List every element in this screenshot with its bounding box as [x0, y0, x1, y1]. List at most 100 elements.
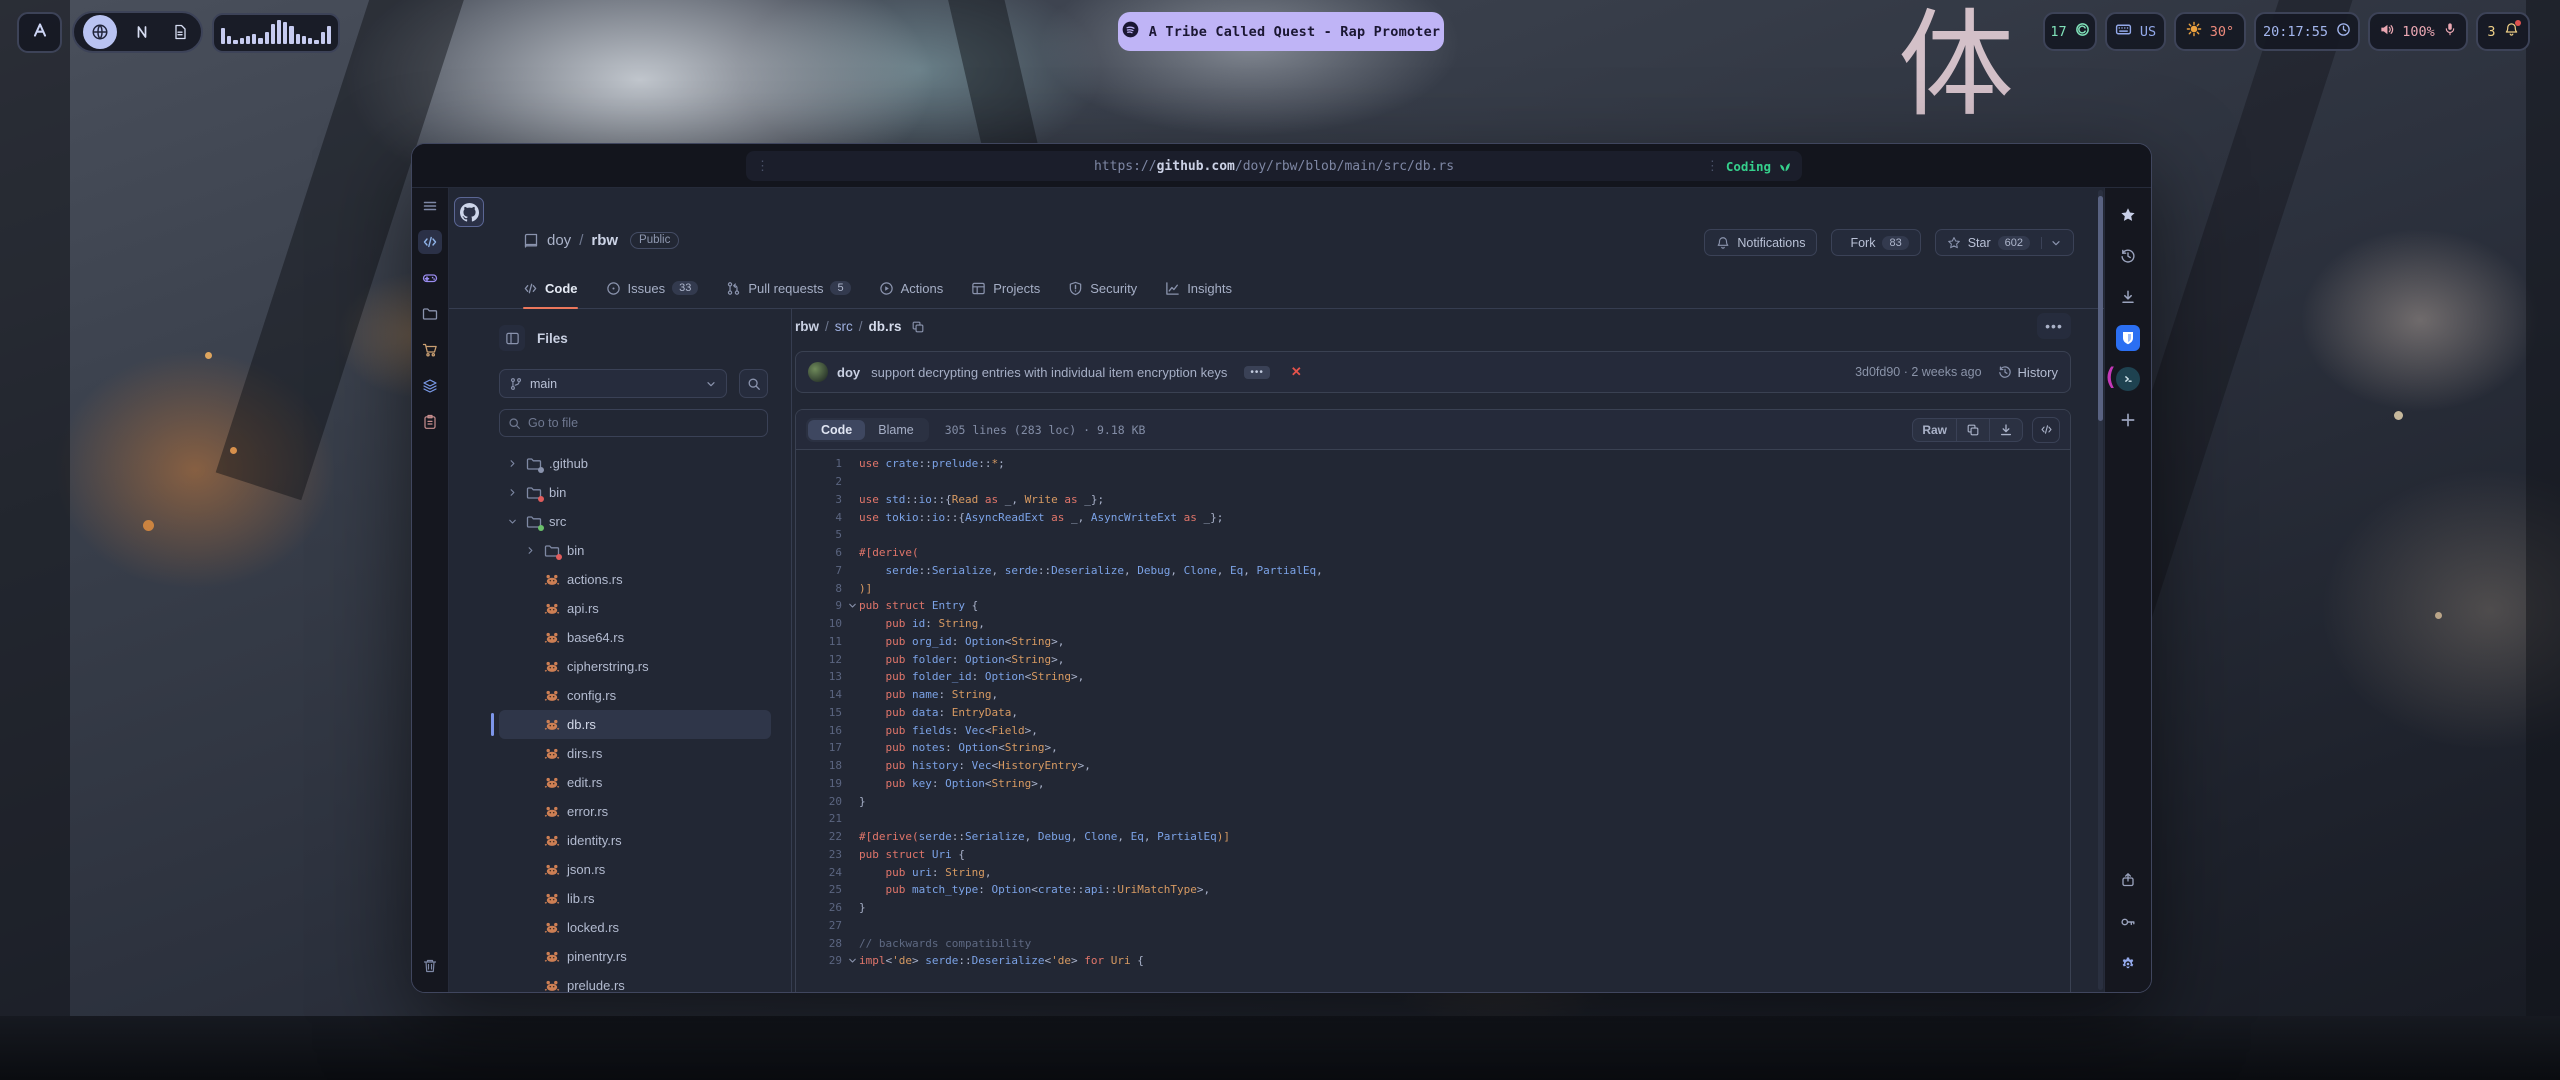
branch-selector[interactable]: main — [499, 369, 727, 398]
tab-code[interactable] — [418, 230, 442, 254]
launcher-button[interactable] — [17, 12, 62, 53]
line-number[interactable]: 27 — [796, 919, 842, 932]
repo-name-link[interactable]: rbw — [591, 232, 618, 249]
tab-code[interactable]: Code — [523, 268, 578, 308]
updates-widget[interactable]: 17 — [2043, 12, 2097, 51]
breadcrumb-dir[interactable]: src — [835, 319, 853, 334]
code-line[interactable]: 3use std::io::{Read as _, Write as _}; — [796, 491, 2070, 509]
document-app[interactable] — [167, 19, 193, 45]
file-more-options-button[interactable]: ••• — [2037, 313, 2071, 339]
code-line[interactable]: 10 pub id: String, — [796, 615, 2070, 633]
tab-issues[interactable]: Issues33 — [606, 268, 699, 308]
commit-sha-age[interactable]: 3d0fd90 · 2 weeks ago — [1855, 365, 1981, 379]
tree-file-cipherstring.rs[interactable]: cipherstring.rs — [499, 652, 771, 681]
page-scrollbar[interactable] — [2098, 190, 2103, 990]
tree-file-dirs.rs[interactable]: dirs.rs — [499, 739, 771, 768]
tree-file-identity.rs[interactable]: identity.rs — [499, 826, 771, 855]
tab-blame-view[interactable]: Blame — [865, 420, 926, 440]
line-number[interactable]: 11 — [796, 635, 842, 648]
audio-widget[interactable]: 100% — [2368, 12, 2468, 51]
line-number[interactable]: 21 — [796, 812, 842, 825]
line-number[interactable]: 5 — [796, 528, 842, 541]
tree-folder-src[interactable]: src — [499, 507, 771, 536]
code-line[interactable]: 13 pub folder_id: Option<String>, — [796, 668, 2070, 686]
terminal-extension[interactable]: ( — [2116, 367, 2140, 391]
line-number[interactable]: 9 — [796, 599, 842, 612]
tree-file-json.rs[interactable]: json.rs — [499, 855, 771, 884]
code-line[interactable]: 5 — [796, 526, 2070, 544]
tree-file-pinentry.rs[interactable]: pinentry.rs — [499, 942, 771, 971]
code-line[interactable]: 18 pub history: Vec<HistoryEntry>, — [796, 757, 2070, 775]
tree-file-error.rs[interactable]: error.rs — [499, 797, 771, 826]
url-bar[interactable]: ⋮ https://github.com/doy/rbw/blob/main/s… — [746, 151, 1802, 181]
code-line[interactable]: 24 pub uri: String, — [796, 863, 2070, 881]
history[interactable] — [2116, 244, 2140, 268]
tab-clipboard[interactable] — [418, 410, 442, 434]
tree-file-edit.rs[interactable]: edit.rs — [499, 768, 771, 797]
clock-widget[interactable]: 20:17:55 — [2254, 12, 2360, 51]
code-line[interactable]: 1use crate::prelude::*; — [796, 455, 2070, 473]
browser-app[interactable] — [83, 15, 117, 49]
tab-shop[interactable] — [418, 338, 442, 362]
tree-file-prelude.rs[interactable]: prelude.rs — [499, 971, 771, 992]
bookmarks[interactable] — [2116, 203, 2140, 227]
line-number[interactable]: 16 — [796, 724, 842, 737]
downloads[interactable] — [2116, 285, 2140, 309]
keys[interactable] — [2116, 910, 2140, 934]
download-raw-button[interactable] — [1989, 419, 2022, 441]
code-line[interactable]: 25 pub match_type: Option<crate::api::Ur… — [796, 881, 2070, 899]
star-caret[interactable] — [2041, 237, 2062, 249]
code-line[interactable]: 19 pub key: Option<String>, — [796, 775, 2070, 793]
search-this-repo-button[interactable] — [739, 369, 768, 398]
line-number[interactable]: 17 — [796, 741, 842, 754]
line-number[interactable]: 29 — [796, 954, 842, 967]
line-number[interactable]: 14 — [796, 688, 842, 701]
media-player-widget[interactable]: A Tribe Called Quest - Rap Promoter — [1118, 12, 1444, 51]
fold-chevron-icon[interactable] — [842, 600, 859, 611]
fold-chevron-icon[interactable] — [842, 955, 859, 966]
code-line[interactable]: 11 pub org_id: Option<String>, — [796, 633, 2070, 651]
github-logo[interactable] — [454, 197, 484, 227]
code-line[interactable]: 26} — [796, 899, 2070, 917]
tab-security[interactable]: Security — [1068, 268, 1137, 308]
collapse-sidebar-button[interactable] — [499, 325, 525, 351]
tree-file-lib.rs[interactable]: lib.rs — [499, 884, 771, 913]
tab-actions[interactable]: Actions — [879, 268, 944, 308]
tree-folder-bin[interactable]: bin — [499, 478, 771, 507]
tab-insights[interactable]: Insights — [1165, 268, 1232, 308]
commit-message[interactable]: support decrypting entries with individu… — [871, 365, 1227, 380]
line-number[interactable]: 13 — [796, 670, 842, 683]
repo-owner-link[interactable]: doy — [547, 232, 571, 249]
line-number[interactable]: 2 — [796, 475, 842, 488]
notes-app[interactable] — [129, 19, 155, 45]
code-line[interactable]: 28// backwards compatibility — [796, 934, 2070, 952]
code-line[interactable]: 6#[derive( — [796, 544, 2070, 562]
share[interactable] — [2116, 868, 2140, 892]
breadcrumb-repo[interactable]: rbw — [795, 319, 819, 334]
line-number[interactable]: 22 — [796, 830, 842, 843]
notifications-widget[interactable]: 3 — [2476, 12, 2530, 51]
edit-file-button[interactable] — [2032, 417, 2060, 443]
line-number[interactable]: 1 — [796, 457, 842, 470]
tree-folder-.github[interactable]: .github — [499, 449, 771, 478]
tab-list[interactable] — [418, 194, 442, 218]
tab-game[interactable] — [418, 266, 442, 290]
line-number[interactable]: 26 — [796, 901, 842, 914]
keyboard-layout-widget[interactable]: US — [2105, 12, 2166, 51]
line-number[interactable]: 3 — [796, 493, 842, 506]
code-line[interactable]: 8)] — [796, 579, 2070, 597]
line-number[interactable]: 19 — [796, 777, 842, 790]
settings[interactable] — [2116, 952, 2140, 976]
tab-code-view[interactable]: Code — [808, 420, 865, 440]
code-line[interactable]: 16 pub fields: Vec<Field>, — [796, 721, 2070, 739]
raw-button[interactable]: Raw — [1913, 419, 1956, 441]
copy-path-button[interactable] — [911, 320, 925, 334]
tree-file-actions.rs[interactable]: actions.rs — [499, 565, 771, 594]
code-line[interactable]: 21 — [796, 810, 2070, 828]
code-line[interactable]: 4use tokio::io::{AsyncReadExt as _, Asyn… — [796, 508, 2070, 526]
tree-folder-bin[interactable]: bin — [499, 536, 771, 565]
line-number[interactable]: 24 — [796, 866, 842, 879]
commit-expand-button[interactable]: ••• — [1244, 366, 1270, 379]
go-to-file-input[interactable] — [528, 416, 759, 430]
code-line[interactable]: 7 serde::Serialize, serde::Deserialize, … — [796, 562, 2070, 580]
